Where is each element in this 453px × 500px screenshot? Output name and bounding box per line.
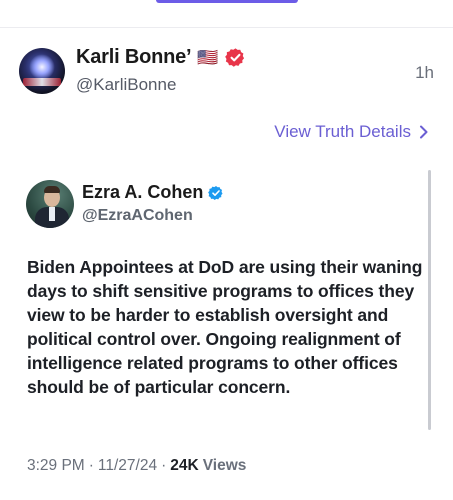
relative-timestamp: 1h (415, 63, 434, 82)
author-handle[interactable]: @KarliBonne (76, 75, 176, 95)
views-label: Views (202, 457, 247, 474)
avatar-stripe (23, 78, 61, 86)
scrollbar[interactable] (428, 170, 431, 430)
top-tab-bar (0, 0, 453, 30)
post-time: 3:29 PM (27, 457, 85, 474)
view-truth-details-label: View Truth Details (274, 122, 411, 141)
avatar[interactable] (19, 48, 65, 94)
chevron-right-icon (420, 125, 428, 139)
quoted-post-body: Biden Appointees at DoD are using their … (27, 257, 423, 397)
post-meta-row: 3:29 PM · 11/27/24 · 24K Views (27, 457, 246, 475)
quoted-author-display-name[interactable]: Ezra A. Cohen (82, 182, 203, 203)
avatar-hair (44, 186, 60, 193)
avatar[interactable] (26, 180, 74, 228)
meta-separator: · (161, 457, 167, 474)
views-count: 24K (170, 457, 199, 474)
quoted-author-name-row: Ezra A. Cohen (82, 182, 224, 203)
quoted-author-handle[interactable]: @EzraACohen (82, 207, 193, 225)
meta-separator: · (88, 457, 94, 474)
top-divider (0, 27, 453, 28)
verified-badge-red-icon (224, 48, 244, 67)
quoted-post-card[interactable]: Ezra A. Cohen @EzraACohen Biden Appointe… (0, 168, 453, 500)
avatar-glow (29, 54, 55, 80)
view-truth-details-link[interactable]: View Truth Details (274, 122, 429, 142)
author-name-row: Karli Bonne’ 🇺🇸 (76, 46, 246, 69)
post-header: Karli Bonne’ 🇺🇸 @KarliBonne 1h (0, 40, 453, 110)
author-display-name[interactable]: Karli Bonne’ (76, 46, 192, 69)
active-tab-indicator (156, 0, 298, 3)
us-flag-icon: 🇺🇸 (197, 48, 219, 67)
avatar-shirt (49, 207, 55, 221)
post-date: 11/27/24 (97, 457, 158, 474)
verified-badge-blue-icon (208, 185, 223, 200)
